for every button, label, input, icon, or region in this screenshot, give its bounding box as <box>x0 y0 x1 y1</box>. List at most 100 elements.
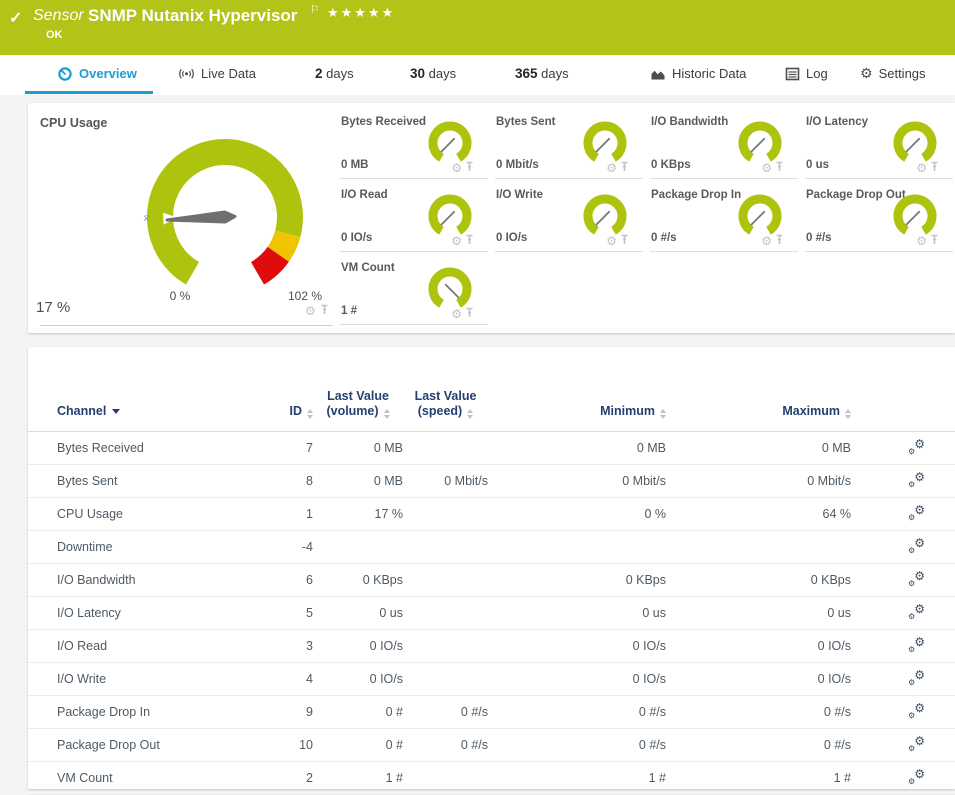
broadcast-icon <box>178 66 195 81</box>
col-header-id[interactable]: ID <box>256 347 313 432</box>
gauge-title: I/O Read <box>341 189 388 201</box>
gear-icon[interactable]: ⚙ <box>916 235 927 247</box>
cpu-gauge-title: CPU Usage <box>40 116 107 130</box>
gear-icon[interactable]: ⚙ <box>305 305 316 317</box>
tab-30-days[interactable]: 30 days <box>410 66 456 81</box>
pin-icon[interactable] <box>465 307 474 321</box>
tab-settings[interactable]: ⚙ Settings <box>860 66 926 81</box>
channel-table-panel: Channel ID Last Value (volume) Last Valu… <box>28 347 955 789</box>
overview-panel: CPU Usage x̄ 0 % 102 % 17 % ⚙ Bytes Rece… <box>28 103 955 333</box>
gear-icon[interactable]: ⚙ <box>916 162 927 174</box>
channel-settings-icon[interactable]: ⚙⚙ <box>908 769 925 785</box>
pin-icon[interactable] <box>620 234 629 248</box>
pin-icon[interactable] <box>320 304 329 318</box>
divider <box>40 325 333 326</box>
gauge-cell-bytes-received: Bytes Received 0 MB ⚙ <box>340 110 488 179</box>
col-header-maximum[interactable]: Maximum <box>666 347 851 432</box>
channel-settings-icon[interactable]: ⚙⚙ <box>908 703 925 719</box>
gauge-cell-io-latency: I/O Latency 0 us ⚙ <box>805 110 953 179</box>
gauge-title: I/O Latency <box>806 116 868 128</box>
cpu-scale-min: 0 % <box>160 289 200 303</box>
pin-icon[interactable] <box>465 161 474 175</box>
log-icon <box>785 67 800 81</box>
channel-table: Channel ID Last Value (volume) Last Valu… <box>28 347 955 795</box>
gauge-cell-io-write: I/O Write 0 IO/s ⚙ <box>495 183 643 252</box>
gauge-title: I/O Bandwidth <box>651 116 728 128</box>
cpu-scale-max: 102 % <box>277 289 333 303</box>
col-header-channel[interactable]: Channel <box>28 347 256 432</box>
gear-icon[interactable]: ⚙ <box>761 162 772 174</box>
pin-icon[interactable] <box>620 161 629 175</box>
tab-2-days[interactable]: 2 days <box>315 66 354 81</box>
sensor-type-label: Sensor <box>33 7 84 25</box>
channel-settings-icon[interactable]: ⚙⚙ <box>908 571 925 587</box>
tab-log[interactable]: Log <box>785 66 828 81</box>
cpu-gauge: x̄ <box>125 127 325 307</box>
channel-settings-icon[interactable]: ⚙⚙ <box>908 670 925 686</box>
gear-icon[interactable]: ⚙ <box>451 235 462 247</box>
table-row: Bytes Sent80 MB0 Mbit/s0 Mbit/s0 Mbit/s … <box>28 465 955 498</box>
gauge-value: 0 #/s <box>806 232 832 244</box>
pin-icon[interactable] <box>930 234 939 248</box>
sort-icon <box>384 409 390 419</box>
tab-historic-data[interactable]: Historic Data <box>650 66 746 81</box>
sort-icon <box>467 409 473 419</box>
gear-icon[interactable]: ⚙ <box>606 162 617 174</box>
cpu-gauge-needle <box>167 211 235 225</box>
table-row: Package Drop In90 #0 #/s0 #/s0 #/s ⚙⚙ <box>28 696 955 729</box>
pin-icon[interactable] <box>775 161 784 175</box>
col-header-minimum[interactable]: Minimum <box>488 347 666 432</box>
average-marker-label: x̄ <box>144 213 149 224</box>
table-row: I/O Read30 IO/s0 IO/s0 IO/s ⚙⚙ <box>28 630 955 663</box>
channel-settings-icon[interactable]: ⚙⚙ <box>908 439 925 455</box>
tab-overview[interactable]: Overview <box>57 66 137 81</box>
pin-icon[interactable] <box>465 234 474 248</box>
priority-stars[interactable]: ★★★★★ <box>327 6 395 21</box>
gauge-value: 0 MB <box>341 159 368 171</box>
area-chart-icon <box>650 67 666 81</box>
channel-settings-icon[interactable]: ⚙⚙ <box>908 637 925 653</box>
gauge-icon <box>57 66 73 81</box>
col-header-last-value-speed[interactable]: Last Value (speed) <box>403 347 488 432</box>
gauge-cell-io-bandwidth: I/O Bandwidth 0 KBps ⚙ <box>650 110 798 179</box>
table-row: Downtime-4 ⚙⚙ <box>28 531 955 564</box>
tab-365-days[interactable]: 365 days <box>515 66 569 81</box>
gear-icon[interactable]: ⚙ <box>451 162 462 174</box>
gauge-cell-vm-count: VM Count 1 # ⚙ <box>340 256 488 325</box>
gear-icon[interactable]: ⚙ <box>606 235 617 247</box>
table-row: I/O Latency50 us0 us0 us ⚙⚙ <box>28 597 955 630</box>
col-header-last-value-volume[interactable]: Last Value (volume) <box>313 347 403 432</box>
channel-settings-icon[interactable]: ⚙⚙ <box>908 538 925 554</box>
channel-settings-icon[interactable]: ⚙⚙ <box>908 472 925 488</box>
sort-icon <box>660 409 666 419</box>
table-row: Package Drop Out100 #0 #/s0 #/s0 #/s ⚙⚙ <box>28 729 955 762</box>
pin-icon[interactable] <box>775 234 784 248</box>
gauge-cell-package-drop-out: Package Drop Out 0 #/s ⚙ <box>805 183 953 252</box>
ok-check-icon: ✓ <box>9 8 22 28</box>
gauge-title: Package Drop In <box>651 189 741 201</box>
flag-icon[interactable]: ⚐ <box>310 3 320 16</box>
status-badge: OK <box>46 29 63 41</box>
cpu-last-value: 17 % <box>36 299 70 316</box>
channel-settings-icon[interactable]: ⚙⚙ <box>908 505 925 521</box>
gauge-value: 0 us <box>806 159 829 171</box>
gauge-cell-package-drop-in: Package Drop In 0 #/s ⚙ <box>650 183 798 252</box>
tab-bar: Overview Live Data 2 days 30 days 365 da… <box>0 55 955 95</box>
channel-settings-icon[interactable]: ⚙⚙ <box>908 736 925 752</box>
active-tab-underline <box>25 91 153 94</box>
gear-icon[interactable]: ⚙ <box>761 235 772 247</box>
gear-icon: ⚙ <box>860 67 873 81</box>
table-row: I/O Write40 IO/s0 IO/s0 IO/s ⚙⚙ <box>28 663 955 696</box>
pin-icon[interactable] <box>930 161 939 175</box>
gauge-title: I/O Write <box>496 189 543 201</box>
table-row: VM Count21 #1 #1 # ⚙⚙ <box>28 762 955 795</box>
channel-settings-icon[interactable]: ⚙⚙ <box>908 604 925 620</box>
gear-icon[interactable]: ⚙ <box>451 308 462 320</box>
gauge-value: 0 #/s <box>651 232 677 244</box>
table-header-row: Channel ID Last Value (volume) Last Valu… <box>28 347 955 432</box>
gauge-value: 0 IO/s <box>341 232 372 244</box>
table-row: Bytes Received70 MB0 MB0 MB ⚙⚙ <box>28 432 955 465</box>
sort-desc-icon <box>112 409 120 414</box>
sensor-header: ✓ Sensor SNMP Nutanix Hypervisor ⚐ ★★★★★… <box>0 0 955 55</box>
tab-live-data[interactable]: Live Data <box>178 66 256 81</box>
